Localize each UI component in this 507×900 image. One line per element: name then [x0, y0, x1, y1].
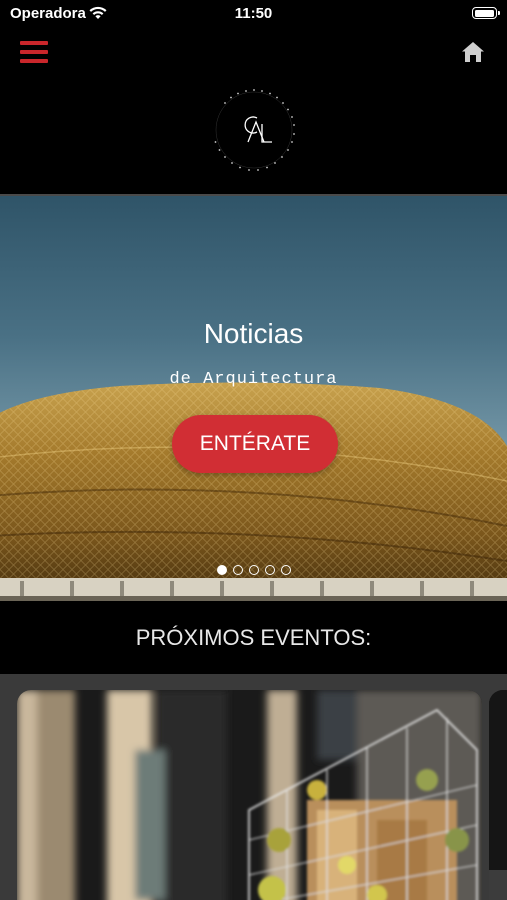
hamburger-menu-icon[interactable]	[20, 41, 48, 63]
carousel-dot-5[interactable]	[280, 565, 291, 575]
carousel-dot-4[interactable]	[264, 565, 275, 575]
status-bar: Operadora 11:50	[0, 0, 507, 28]
carousel-dot-3[interactable]	[248, 565, 259, 575]
event-card[interactable]	[17, 690, 482, 900]
hero-subtitle: de Arquitectura	[169, 370, 338, 389]
event-card[interactable]	[489, 690, 507, 900]
carousel-dot-1[interactable]	[216, 565, 227, 575]
event-image	[489, 690, 507, 900]
events-carousel[interactable]	[0, 674, 507, 900]
cal-logo	[214, 89, 295, 171]
events-title: PRÓXIMOS EVENTOS:	[135, 625, 372, 650]
hero-title: Noticias	[203, 318, 304, 349]
battery-icon	[472, 7, 500, 19]
events-section-header: PRÓXIMOS EVENTOS:	[0, 601, 507, 674]
clock: 11:50	[234, 5, 273, 22]
home-icon[interactable]	[461, 40, 485, 64]
event-image	[17, 690, 482, 900]
carousel-pagination	[0, 565, 507, 575]
hero-carousel[interactable]: Noticias de Arquitectura ENTÉRATE	[0, 196, 507, 601]
enterate-button[interactable]: ENTÉRATE	[172, 415, 338, 473]
stadium-image	[0, 382, 507, 601]
carousel-dot-2[interactable]	[232, 565, 243, 575]
